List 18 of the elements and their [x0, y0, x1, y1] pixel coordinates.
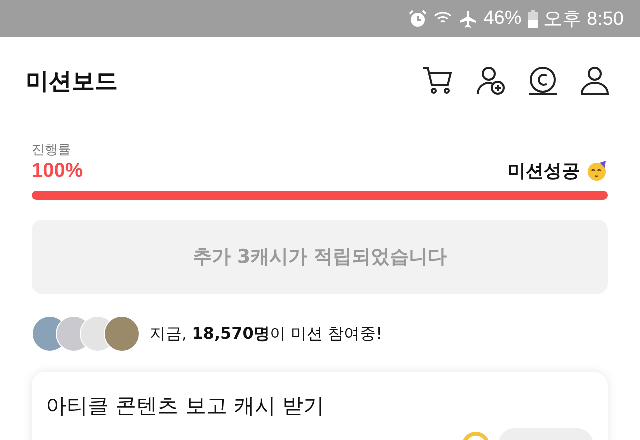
battery-percent: 46% — [484, 8, 522, 30]
mission-title: 아티클 콘텐츠 보고 캐시 받기 — [46, 393, 326, 420]
progress-percent: 100% — [32, 160, 84, 182]
result-text: 미션성공 — [508, 160, 580, 183]
page-title: 미션보드 — [26, 68, 118, 96]
party-face-icon — [586, 160, 608, 182]
participants-text: 지금, 18,570명이 미션 참여중! — [150, 324, 383, 344]
cart-icon[interactable] — [422, 66, 454, 96]
clock: 오후 8:50 — [544, 8, 624, 32]
battery-icon — [528, 8, 538, 28]
alarm-icon — [408, 8, 428, 28]
coin-icon[interactable] — [528, 66, 558, 96]
add-user-icon[interactable] — [476, 66, 506, 96]
notice-banner: 추가 3캐시가 적립되었습니다 — [32, 220, 608, 294]
progress-label: 진행률 — [32, 142, 72, 159]
airplane-icon — [458, 8, 478, 28]
user-icon[interactable] — [580, 66, 610, 96]
avatar — [104, 316, 140, 352]
